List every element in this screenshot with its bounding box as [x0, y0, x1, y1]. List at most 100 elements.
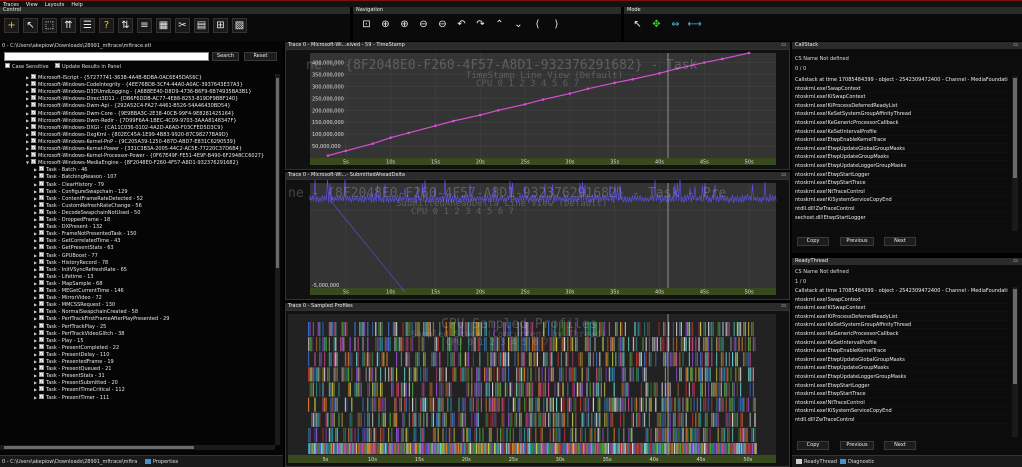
cpu-sample-cell[interactable]	[388, 322, 390, 337]
cpu-sample-cell[interactable]	[663, 443, 665, 454]
cpu-sample-cell[interactable]	[394, 443, 396, 454]
cpu-sample-cell[interactable]	[700, 443, 702, 454]
cpu-sample-cell[interactable]	[525, 382, 527, 397]
cpu-sample-cell[interactable]	[746, 427, 748, 442]
cpu-sample-cell[interactable]	[621, 382, 623, 397]
cpu-sample-cell[interactable]	[687, 322, 689, 337]
cpu-sample-cell[interactable]	[498, 397, 500, 412]
cpu-sample-cell[interactable]	[368, 352, 370, 367]
cpu-sample-cell[interactable]	[552, 397, 554, 412]
cpu-sample-cell[interactable]	[392, 367, 394, 382]
cpu-sample-cell[interactable]	[356, 443, 357, 454]
cpu-sample-cell[interactable]	[560, 352, 562, 367]
cpu-sample-cell[interactable]	[423, 382, 425, 397]
cpu-sample-cell[interactable]	[500, 382, 502, 397]
cpu-sample-cell[interactable]	[677, 412, 679, 427]
cpu-sample-cell[interactable]	[564, 443, 566, 454]
cpu-sample-cell[interactable]	[493, 352, 495, 367]
cpu-sample-cell[interactable]	[541, 382, 543, 397]
cpu-sample-cell[interactable]	[343, 427, 345, 442]
cpu-sample-cell[interactable]	[540, 427, 542, 442]
cpu-sample-cell[interactable]	[623, 382, 625, 397]
cpu-sample-cell[interactable]	[676, 367, 678, 382]
cpu-sample-cell[interactable]	[496, 367, 498, 382]
cpu-sample-cell[interactable]	[728, 322, 730, 337]
cpu-sample-cell[interactable]	[384, 367, 386, 382]
cpu-sample-cell[interactable]	[741, 427, 743, 442]
cpu-sample-cell[interactable]	[453, 443, 455, 454]
cpu-sample-cell[interactable]	[345, 443, 347, 454]
cpu-sample-cell[interactable]	[527, 382, 529, 397]
cpu-sample-cell[interactable]	[692, 412, 694, 427]
cpu-sample-cell[interactable]	[452, 352, 454, 367]
cpu-sample-cell[interactable]	[593, 443, 595, 454]
cpu-sample-cell[interactable]	[429, 397, 431, 412]
cpu-sample-cell[interactable]	[527, 443, 529, 454]
cpu-sample-cell[interactable]	[727, 367, 729, 382]
cpu-sample-cell[interactable]	[642, 443, 644, 454]
task-checkbox[interactable]: ✓	[39, 166, 44, 172]
cpu-sample-cell[interactable]	[501, 443, 503, 454]
cpu-sample-cell[interactable]	[722, 427, 724, 442]
cpu-sample-cell[interactable]	[516, 382, 518, 397]
cpu-sample-cell[interactable]	[381, 443, 383, 454]
cpu-sample-cell[interactable]	[618, 443, 620, 454]
cpu-sample-cell[interactable]	[725, 367, 727, 382]
cpu-sample-cell[interactable]	[330, 352, 332, 367]
cpu-sample-cell[interactable]	[698, 322, 700, 337]
cpu-sample-cell[interactable]	[709, 427, 711, 442]
cpu-sample-cell[interactable]	[638, 443, 639, 454]
cpu-sample-cell[interactable]	[368, 443, 369, 454]
cpu-sample-cell[interactable]	[471, 412, 473, 427]
cpu-sample-cell[interactable]	[742, 443, 744, 454]
provider-checkbox[interactable]: ✓	[31, 95, 36, 101]
cpu-sample-cell[interactable]	[680, 337, 682, 352]
cpu-sample-cell[interactable]	[346, 397, 348, 412]
cpu-sample-cell[interactable]	[514, 412, 516, 427]
cpu-sample-cell[interactable]	[360, 322, 362, 337]
cpu-sample-cell[interactable]	[453, 412, 455, 427]
down-icon[interactable]: ⌄	[511, 18, 526, 33]
cpu-sample-cell[interactable]	[516, 412, 518, 427]
cpu-sample-cell[interactable]	[672, 427, 674, 442]
cpu-sample-cell[interactable]	[648, 322, 650, 337]
cpu-sample-cell[interactable]	[512, 427, 514, 442]
cpu-sample-cell[interactable]	[688, 382, 690, 397]
cpu-sample-cell[interactable]	[503, 397, 505, 412]
cpu-sample-cell[interactable]	[743, 427, 745, 442]
cpu-sample-cell[interactable]	[384, 443, 386, 454]
task-checkbox[interactable]: ✓	[39, 386, 44, 392]
readythread-copy-button[interactable]: Copy	[797, 441, 829, 450]
cpu-sample-cell[interactable]	[704, 382, 706, 397]
cpu-chart[interactable]: 5s 10s 15s 20s 25s 30s 35s 40s 45s 50s CPU Sample…	[285, 310, 790, 467]
cpu-sample-cell[interactable]	[447, 352, 449, 367]
cpu-sample-cell[interactable]	[432, 352, 434, 367]
cpu-sample-cell[interactable]	[732, 412, 734, 427]
cpu-sample-cell[interactable]	[714, 412, 716, 427]
cpu-sample-cell[interactable]	[502, 443, 504, 454]
cpu-sample-cell[interactable]	[706, 427, 708, 442]
cpu-sample-cell[interactable]	[525, 397, 527, 412]
cpu-sample-cell[interactable]	[359, 382, 361, 397]
cpu-sample-cell[interactable]	[717, 322, 719, 337]
cpu-sample-cell[interactable]	[466, 367, 468, 382]
cpu-sample-cell[interactable]	[677, 427, 679, 442]
cpu-sample-cell[interactable]	[698, 367, 700, 382]
cpu-sample-cell[interactable]	[332, 427, 334, 442]
cpu-sample-cell[interactable]	[613, 367, 615, 382]
cpu-sample-cell[interactable]	[360, 382, 362, 397]
cpu-sample-cell[interactable]	[663, 352, 665, 367]
cpu-sample-cell[interactable]	[397, 382, 399, 397]
cpu-sample-cell[interactable]	[463, 412, 465, 427]
cpu-sample-cell[interactable]	[375, 427, 377, 442]
cpu-sample-cell[interactable]	[384, 412, 386, 427]
cpu-sample-cell[interactable]	[727, 427, 729, 442]
cpu-sample-cell[interactable]	[342, 443, 344, 454]
task-row[interactable]: ▶ ✓ Task - PresentStats - 31	[34, 372, 105, 379]
cpu-sample-cell[interactable]	[604, 397, 606, 412]
task-row[interactable]: ▶ ✓ Task - DecodeSwapchainNotUsed - 50	[34, 208, 140, 216]
cpu-sample-cell[interactable]	[333, 412, 335, 427]
cpu-sample-cell[interactable]	[400, 382, 402, 397]
task-checkbox[interactable]: ✓	[39, 350, 44, 356]
cpu-sample-cell[interactable]	[678, 443, 680, 454]
